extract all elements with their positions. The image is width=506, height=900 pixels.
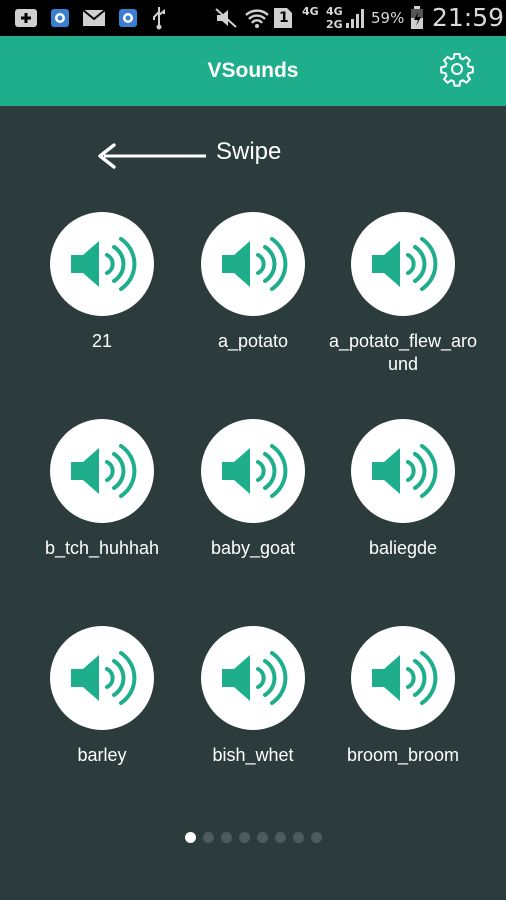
- speaker-icon: [364, 639, 442, 717]
- sound-item: baliegde: [328, 419, 478, 614]
- sound-item: bish_whet: [178, 626, 328, 821]
- sound-item: a_potato: [178, 212, 328, 407]
- page-dot[interactable]: [238, 832, 250, 843]
- sound-label: barley: [77, 745, 127, 765]
- play-sound-button[interactable]: [351, 626, 455, 730]
- sound-item: broom_broom: [328, 626, 478, 821]
- page-dot[interactable]: [256, 832, 268, 843]
- speaker-icon: [364, 432, 442, 510]
- sound-label: 21: [91, 331, 113, 351]
- speaker-icon: [63, 432, 141, 510]
- sound-board[interactable]: Swipe 21 a_potato a_potato_flew_around b_tc…: [0, 106, 506, 900]
- sound-label: b_tch_huhhah: [44, 538, 160, 558]
- sim-slot-label: 1: [279, 10, 289, 26]
- play-sound-button[interactable]: [201, 626, 305, 730]
- sound-item: 21: [27, 212, 177, 407]
- network-type-label: 2G: [326, 18, 343, 31]
- sound-label: a_potato: [217, 331, 289, 351]
- page-dot[interactable]: [292, 832, 304, 843]
- play-sound-button[interactable]: [351, 419, 455, 523]
- page-dot[interactable]: [220, 832, 232, 843]
- page-indicator: [0, 832, 506, 844]
- signal-icon: [346, 7, 364, 29]
- sound-label: baby_goat: [210, 538, 296, 558]
- play-sound-button[interactable]: [201, 212, 305, 316]
- status-bar: 1 4G 4G 2G 59% 21:59: [0, 0, 506, 36]
- sound-label: broom_broom: [346, 745, 460, 765]
- app-title: VSounds: [207, 59, 299, 82]
- sound-label: bish_whet: [212, 745, 294, 765]
- speaker-icon: [214, 225, 292, 303]
- speaker-icon: [214, 639, 292, 717]
- add-box-icon: [14, 7, 38, 29]
- page-dot[interactable]: [202, 832, 214, 843]
- swipe-label: Swipe: [216, 138, 282, 165]
- wifi-icon: [244, 7, 270, 29]
- sound-item: b_tch_huhhah: [27, 419, 177, 614]
- page-dot[interactable]: [274, 832, 286, 843]
- play-sound-button[interactable]: [50, 212, 154, 316]
- settings-button[interactable]: [436, 50, 478, 92]
- network-type-label: 4G: [326, 5, 343, 18]
- app-icon: [118, 7, 138, 29]
- battery-charging-icon: [410, 6, 424, 29]
- gear-icon: [439, 51, 475, 91]
- mail-icon: [82, 7, 106, 29]
- sound-item: baby_goat: [178, 419, 328, 614]
- speaker-icon: [214, 432, 292, 510]
- page-dot[interactable]: [310, 832, 322, 843]
- speaker-icon: [63, 639, 141, 717]
- play-sound-button[interactable]: [50, 626, 154, 730]
- app-icon: [50, 7, 70, 29]
- sound-label: baliegde: [368, 538, 438, 558]
- sound-label: a_potato_flew_around: [328, 331, 478, 374]
- arrow-left-icon: [98, 142, 208, 174]
- network-type-label: 4G: [302, 5, 319, 18]
- play-sound-button[interactable]: [50, 419, 154, 523]
- battery-percent: 59%: [371, 9, 405, 27]
- app-bar: VSounds: [0, 36, 506, 106]
- sound-item: a_potato_flew_around: [328, 212, 478, 407]
- page-dot[interactable]: [184, 832, 196, 843]
- mute-icon: [214, 7, 238, 29]
- play-sound-button[interactable]: [351, 212, 455, 316]
- play-sound-button[interactable]: [201, 419, 305, 523]
- usb-icon: [150, 7, 168, 30]
- speaker-icon: [63, 225, 141, 303]
- clock: 21:59: [432, 3, 505, 32]
- sound-item: barley: [27, 626, 177, 821]
- speaker-icon: [364, 225, 442, 303]
